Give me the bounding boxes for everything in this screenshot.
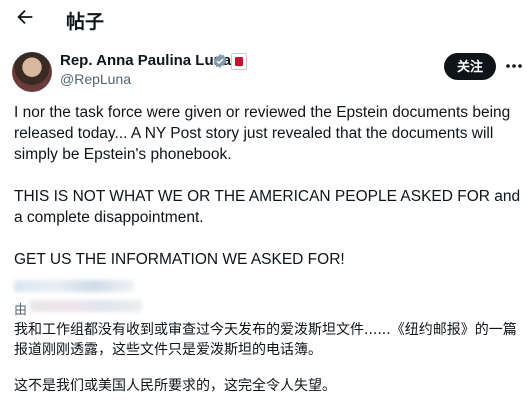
page-title: 帖子 bbox=[66, 12, 105, 33]
blurred-region bbox=[30, 300, 142, 312]
affiliation-badge-icon[interactable] bbox=[231, 53, 247, 70]
avatar[interactable] bbox=[12, 52, 52, 92]
tweet-text: I nor the task force were given or revie… bbox=[14, 102, 524, 270]
follow-button[interactable]: 关注 bbox=[444, 53, 496, 80]
author-name[interactable]: Rep. Anna Paulina Luna bbox=[60, 52, 231, 69]
top-bar: 帖子 bbox=[0, 0, 529, 36]
tweet-paragraph-3: GET US THE INFORMATION WE ASKED FOR! bbox=[14, 251, 345, 268]
verified-badge-icon bbox=[212, 53, 228, 69]
tweet-paragraph-1: I nor the task force were given or revie… bbox=[14, 104, 511, 163]
translation-paragraph-2: 这不是我们或美国人民所要求的，这完全令人失望。 bbox=[14, 378, 336, 394]
more-dots-icon[interactable] bbox=[504, 57, 524, 75]
translated-text: 我和工作组都没有收到或审查过今天发布的爱泼斯坦文件......《纽约邮报》的一篇… bbox=[14, 320, 524, 396]
author-handle[interactable]: @RepLuna bbox=[60, 71, 131, 87]
blurred-region bbox=[14, 280, 134, 292]
tweet-paragraph-2: THIS IS NOT WHAT WE OR THE AMERICAN PEOP… bbox=[14, 188, 521, 226]
translation-paragraph-1: 我和工作组都没有收到或审查过今天发布的爱泼斯坦文件......《纽约邮报》的一篇… bbox=[14, 322, 517, 358]
arrow-left-icon[interactable] bbox=[14, 6, 36, 28]
translated-by-label: 由 bbox=[14, 302, 28, 317]
